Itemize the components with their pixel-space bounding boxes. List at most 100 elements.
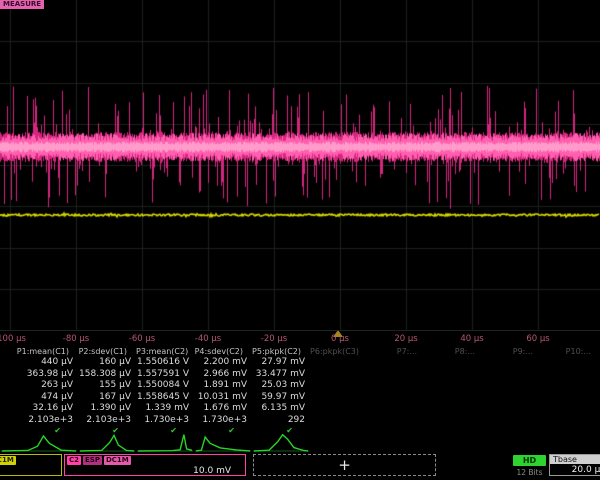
time-axis-tick: -40 µs bbox=[195, 334, 221, 344]
measure-value: 1.390 µV bbox=[78, 403, 136, 415]
channel-c2-descriptor[interactable]: C2 ESP DC1M 10.0 mV bbox=[64, 454, 246, 476]
measure-value bbox=[368, 415, 426, 427]
measure-value bbox=[542, 357, 600, 369]
c1-coupling-badge: DC1M bbox=[0, 456, 16, 465]
measure-value bbox=[426, 392, 484, 404]
histicon-p2[interactable] bbox=[78, 433, 136, 453]
measure-value: 440 µV bbox=[0, 357, 78, 369]
measure-value: 59.97 mV bbox=[252, 392, 310, 404]
measure-value: 167 µV bbox=[78, 392, 136, 404]
measure-value bbox=[484, 369, 542, 381]
time-axis-tick: -60 µs bbox=[129, 334, 155, 344]
top-left-badge[interactable]: MEASURE bbox=[0, 0, 44, 9]
measure-value bbox=[542, 380, 600, 392]
measure-table[interactable]: P1:mean(C1)P2:sdev(C1)P3:mean(C2)P4:sdev… bbox=[0, 347, 600, 435]
measure-value bbox=[542, 392, 600, 404]
measure-value bbox=[426, 415, 484, 427]
measure-value bbox=[310, 392, 368, 404]
histicon-p1[interactable] bbox=[0, 433, 78, 453]
measure-value bbox=[310, 415, 368, 427]
c2-coupling-badge: DC1M bbox=[104, 456, 131, 465]
waveform-grid[interactable]: MEASURE bbox=[0, 0, 600, 330]
measure-value: 1.558645 V bbox=[136, 392, 194, 404]
time-axis-tick: -80 µs bbox=[63, 334, 89, 344]
c2-scale-value: 10.0 mV bbox=[65, 466, 245, 476]
timebase-value: 20.0 µs bbox=[550, 464, 600, 476]
measure-value bbox=[484, 357, 542, 369]
add-trace-button[interactable]: + bbox=[253, 454, 436, 476]
measure-header: P9:... bbox=[484, 347, 542, 357]
oscilloscope-screen: MEASURE -100 µs -80 µs -60 µs -40 µs -20 µs 0… bbox=[0, 0, 600, 480]
timebase-label: Tbase bbox=[550, 455, 600, 464]
measure-value: 10.031 mV bbox=[194, 392, 252, 404]
histicon-p3[interactable] bbox=[136, 433, 194, 453]
measure-value: 27.97 mV bbox=[252, 357, 310, 369]
measure-header: P3:mean(C2) bbox=[136, 347, 194, 357]
measure-header: P4:sdev(C2) bbox=[194, 347, 252, 357]
measure-value: 1.891 mV bbox=[194, 380, 252, 392]
waveform-canvas bbox=[0, 0, 600, 330]
measure-value bbox=[368, 357, 426, 369]
measure-header: P8:... bbox=[426, 347, 484, 357]
measure-value bbox=[484, 403, 542, 415]
descriptor-bar: DC1M 10.0 mV C2 ESP DC1M 10.0 mV + HD 12… bbox=[0, 452, 600, 480]
measure-value: 32.16 µV bbox=[0, 403, 78, 415]
time-axis-tick: 20 µs bbox=[394, 334, 417, 344]
measure-value bbox=[484, 392, 542, 404]
hd-mode-badge[interactable]: HD bbox=[513, 455, 546, 466]
measure-value bbox=[368, 403, 426, 415]
measure-value: 363.98 µV bbox=[0, 369, 78, 381]
measure-value: 25.03 mV bbox=[252, 380, 310, 392]
measure-value: 1.550616 V bbox=[136, 357, 194, 369]
measure-value: 474 µV bbox=[0, 392, 78, 404]
channel-c1-descriptor[interactable]: DC1M 10.0 mV bbox=[0, 454, 62, 476]
measure-header: P10:... bbox=[542, 347, 600, 357]
histicon-row[interactable] bbox=[0, 433, 600, 453]
measure-value: 1.730e+3 bbox=[194, 415, 252, 427]
measure-value: 158.308 µV bbox=[78, 369, 136, 381]
measure-value bbox=[426, 357, 484, 369]
measure-value bbox=[484, 415, 542, 427]
histicon-p4[interactable] bbox=[194, 433, 252, 453]
measure-value: 1.676 mV bbox=[194, 403, 252, 415]
measure-value bbox=[426, 380, 484, 392]
histicon-p5[interactable] bbox=[252, 433, 310, 453]
hd-bits-label: 12 Bits bbox=[513, 468, 546, 477]
measure-value bbox=[310, 380, 368, 392]
time-axis-tick: 60 µs bbox=[526, 334, 549, 344]
c1-scale-value: 10.0 mV bbox=[0, 466, 61, 476]
measure-value bbox=[310, 403, 368, 415]
measure-value: 2.966 mV bbox=[194, 369, 252, 381]
measure-value: 1.550084 V bbox=[136, 380, 194, 392]
time-axis-tick: -100 µs bbox=[0, 334, 26, 344]
time-axis-tick: -20 µs bbox=[261, 334, 287, 344]
measure-value: 263 µV bbox=[0, 380, 78, 392]
measure-value: 6.135 mV bbox=[252, 403, 310, 415]
measure-value: 155 µV bbox=[78, 380, 136, 392]
measure-value: 160 µV bbox=[78, 357, 136, 369]
measure-header: P7:... bbox=[368, 347, 426, 357]
measure-value: 1.557591 V bbox=[136, 369, 194, 381]
measure-value: 292 bbox=[252, 415, 310, 427]
plus-icon: + bbox=[338, 456, 351, 474]
time-axis-tick: 0 µs bbox=[331, 334, 349, 344]
measure-header: P5:pkpk(C2) bbox=[252, 347, 310, 357]
measure-value: 2.103e+3 bbox=[0, 415, 78, 427]
measure-value bbox=[484, 380, 542, 392]
measure-header: P1:mean(C1) bbox=[0, 347, 78, 357]
measure-value bbox=[368, 380, 426, 392]
measure-value: 2.200 mV bbox=[194, 357, 252, 369]
timebase-descriptor[interactable]: Tbase 20.0 µs bbox=[549, 454, 600, 476]
measure-value bbox=[310, 357, 368, 369]
measure-value bbox=[426, 369, 484, 381]
measure-value bbox=[426, 403, 484, 415]
measure-value: 1.339 mV bbox=[136, 403, 194, 415]
measure-value bbox=[542, 415, 600, 427]
measure-value bbox=[542, 369, 600, 381]
c2-esp-badge: ESP bbox=[83, 456, 102, 465]
measure-header: P6:pkpk(C3) bbox=[310, 347, 368, 357]
measure-value: 2.103e+3 bbox=[78, 415, 136, 427]
measure-value: 33.477 mV bbox=[252, 369, 310, 381]
c2-channel-badge: C2 bbox=[67, 456, 81, 465]
measure-value bbox=[368, 392, 426, 404]
